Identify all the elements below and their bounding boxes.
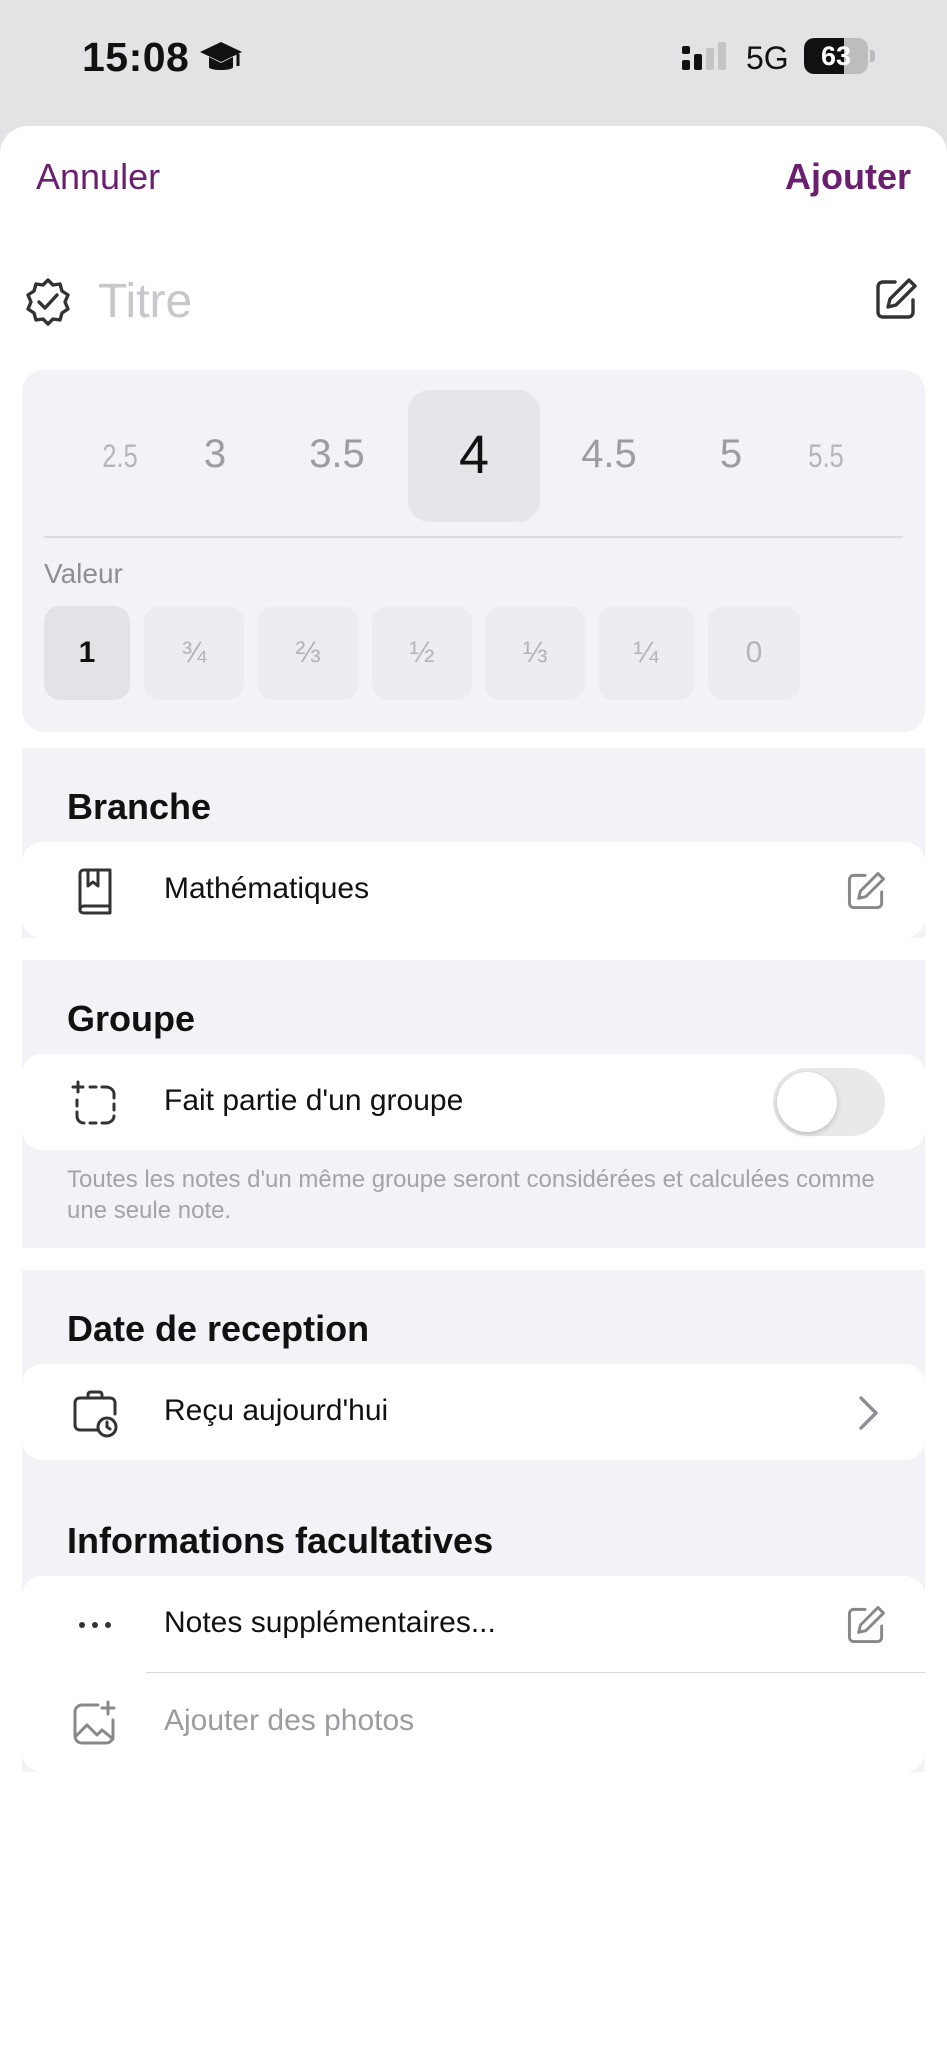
optional-info-section: Informations facultatives Notes suppléme… — [22, 1482, 925, 1772]
notes-label: Notes supplémentaires... — [164, 1606, 496, 1639]
chevron-right-icon — [859, 1396, 878, 1430]
groupe-toggle[interactable] — [773, 1068, 885, 1136]
grade-option-selected[interactable]: 4 — [414, 424, 534, 486]
add-button[interactable]: Ajouter — [785, 156, 911, 198]
branche-row[interactable]: Mathématiques — [22, 842, 925, 938]
battery-level: 63 — [820, 41, 852, 71]
weight-chip[interactable]: ⅓ — [485, 606, 585, 700]
weight-chip[interactable]: 0 — [708, 606, 800, 700]
groupe-section: Groupe Fait partie d'un groupe Toutes le… — [22, 960, 925, 1248]
grade-wheel[interactable]: 2.5 3 3.5 4 4.5 5 5.5 — [22, 390, 925, 522]
square-pencil-icon[interactable] — [871, 274, 921, 324]
divider — [146, 1672, 925, 1673]
groupe-footer-text: Toutes les notes d'un même groupe seront… — [67, 1166, 875, 1224]
divider — [44, 536, 903, 538]
status-bar: 15:08 5G 63 — [0, 0, 947, 126]
grade-option[interactable]: 2.5 — [72, 438, 168, 475]
valeur-label: Valeur — [44, 558, 123, 589]
date-value: Reçu aujourd'hui — [164, 1394, 389, 1427]
title-row — [0, 256, 947, 346]
grade-picker: 2.5 3 3.5 4 4.5 5 5.5 Valeur 1 ¾ ⅔ ½ ⅓ ¼… — [22, 370, 925, 732]
battery-icon: 63 — [804, 38, 876, 74]
square-pencil-icon[interactable] — [843, 868, 889, 914]
book-icon — [78, 868, 112, 915]
branche-section: Branche Mathématiques — [22, 748, 925, 938]
cancel-button[interactable]: Annuler — [36, 156, 160, 198]
weight-chip[interactable]: ¼ — [598, 606, 694, 700]
add-grade-sheet: Annuler Ajouter 2.5 3 3.5 4 4.5 5 5.5 Va… — [0, 126, 947, 2048]
weight-chip[interactable]: ¾ — [144, 606, 244, 700]
date-section: Date de reception Reçu aujourd'hui — [22, 1270, 925, 1482]
toggle-knob — [777, 1072, 837, 1132]
title-input[interactable] — [98, 264, 838, 338]
branche-value: Mathématiques — [164, 872, 370, 905]
grade-option[interactable]: 5 — [671, 432, 791, 477]
status-time: 15:08 — [82, 34, 190, 80]
square-pencil-icon[interactable] — [843, 1602, 889, 1648]
section-title: Branche — [67, 786, 212, 827]
photos-row[interactable]: Ajouter des photos — [22, 1674, 925, 1770]
grade-option[interactable]: 4.5 — [549, 432, 669, 477]
weight-chip-selected[interactable]: 1 — [44, 606, 130, 700]
dashed-square-plus-icon — [71, 1080, 116, 1125]
optional-info-card: Notes supplémentaires... Ajouter des pho… — [22, 1576, 925, 1772]
date-row[interactable]: Reçu aujourd'hui — [22, 1364, 925, 1460]
weight-chip[interactable]: ½ — [372, 606, 472, 700]
graduation-cap-icon — [200, 42, 242, 70]
rosette-check-icon — [26, 278, 70, 326]
weight-chip[interactable]: ⅔ — [258, 606, 358, 700]
photos-label: Ajouter des photos — [164, 1704, 415, 1737]
grade-option[interactable]: 3.5 — [277, 432, 397, 477]
notes-row[interactable]: Notes supplémentaires... — [22, 1576, 925, 1672]
signal-icon — [682, 42, 726, 70]
section-title: Date de reception — [67, 1308, 370, 1349]
section-title: Informations facultatives — [67, 1520, 494, 1561]
network-type: 5G — [746, 40, 789, 76]
photo-plus-icon — [73, 1700, 116, 1745]
grade-option[interactable]: 5.5 — [778, 438, 874, 475]
grade-option[interactable]: 3 — [155, 432, 275, 477]
briefcase-clock-icon — [73, 1390, 118, 1438]
groupe-row: Fait partie d'un groupe — [22, 1054, 925, 1150]
groupe-toggle-label: Fait partie d'un groupe — [164, 1084, 464, 1117]
ellipsis-icon — [79, 1622, 111, 1628]
section-title: Groupe — [67, 998, 196, 1039]
